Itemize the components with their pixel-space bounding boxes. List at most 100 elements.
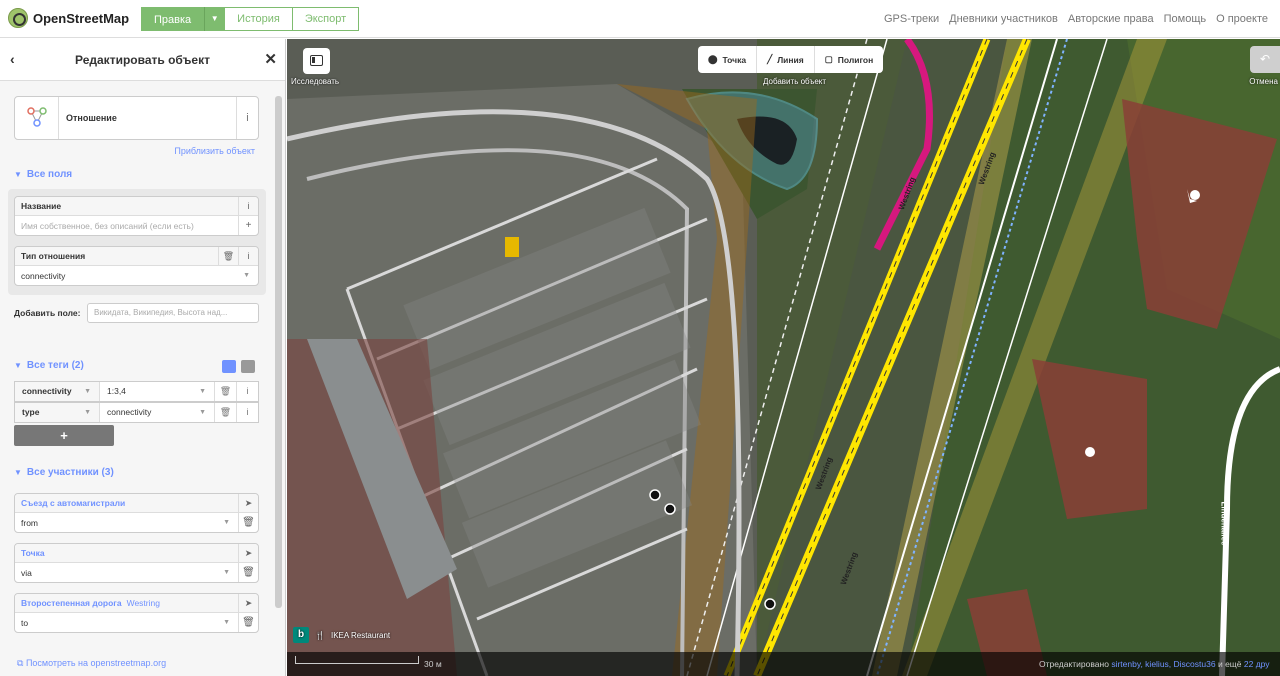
relation-type-label: Тип отношения xyxy=(21,251,86,261)
caret-down-icon: ▼ xyxy=(210,14,219,23)
top-navigation-bar: OpenStreetMap Правка ▼ История Экспорт G… xyxy=(0,0,1280,38)
fields-section-label: Все поля xyxy=(26,169,73,180)
fields-section-toggle[interactable]: ▼ Все поля xyxy=(14,169,72,180)
view-on-osm-label: Посмотреть на openstreetmap.org xyxy=(25,658,167,668)
add-point-button[interactable]: ⬤ Точка xyxy=(698,46,758,73)
member-role-input[interactable]: to xyxy=(21,618,28,628)
add-localized-icon[interactable]: + xyxy=(238,216,258,235)
caret-down-icon: ▼ xyxy=(199,388,206,395)
sidebar-scrollbar[interactable] xyxy=(275,96,282,608)
nav-link-diaries[interactable]: Дневники участников xyxy=(949,13,1058,25)
polygon-icon: ▢ xyxy=(824,54,833,64)
point-icon: ⬤ xyxy=(708,54,718,64)
preset-label: Отношение xyxy=(66,113,117,123)
scale-label: 30 м xyxy=(424,659,442,669)
chevron-down-icon: ▼ xyxy=(14,468,22,477)
member-item: Второстепенная дорога Westring ➤ to ▼ 🗑 xyxy=(14,593,259,633)
member-label[interactable]: Точка xyxy=(21,548,45,558)
relation-type-combo[interactable]: connectivity xyxy=(21,271,65,281)
nav-link-gps-traces[interactable]: GPS-треки xyxy=(884,13,939,25)
scale-bar[interactable] xyxy=(295,656,419,664)
member-label[interactable]: Второстепенная дорога Westring xyxy=(21,598,160,608)
tag-key-input[interactable]: type xyxy=(22,403,39,422)
caret-down-icon: ▼ xyxy=(199,409,206,416)
edit-button[interactable]: Правка xyxy=(141,7,205,31)
zoom-to-link[interactable]: Приблизить объект xyxy=(174,146,255,156)
explore-caption: Исследовать xyxy=(291,77,340,86)
add-field-input[interactable]: Викидата, Википедия, Высота над... xyxy=(87,303,259,323)
sidebar-header: ‹ Редактировать объект ✕ xyxy=(0,39,285,81)
undo-caption: Отмена xyxy=(1249,77,1278,86)
tag-key-input[interactable]: connectivity xyxy=(22,382,72,401)
caret-down-icon: ▼ xyxy=(223,619,230,626)
editor-links[interactable]: sirtenby, kielius, Discostu36 xyxy=(1111,659,1215,669)
poi-pin[interactable] xyxy=(1085,447,1095,457)
trash-icon[interactable]: 🗑 xyxy=(238,513,258,532)
add-area-label: Полигон xyxy=(837,54,874,65)
tag-value-input[interactable]: connectivity xyxy=(107,403,151,422)
member-role-input[interactable]: from xyxy=(21,518,38,528)
view-on-osm-link[interactable]: ⧉ Посмотреть на openstreetmap.org xyxy=(17,658,166,669)
member-label[interactable]: Съезд с автомагистрали xyxy=(21,498,125,508)
trash-icon[interactable]: 🗑 xyxy=(214,403,236,422)
list-view-icon[interactable] xyxy=(222,360,236,373)
info-icon[interactable]: i xyxy=(238,246,258,266)
nav-link-help[interactable]: Помощь xyxy=(1164,13,1207,25)
caret-down-icon: ▼ xyxy=(223,519,230,526)
barrier-node[interactable] xyxy=(649,489,661,501)
line-icon: ╱ xyxy=(767,54,773,64)
add-line-button[interactable]: ╱ Линия xyxy=(757,46,815,73)
sidebar-toggle-icon xyxy=(310,55,323,66)
edited-suffix: и ещё xyxy=(1217,659,1242,669)
map-canvas[interactable]: Westring Westring Westring Westring Lind… xyxy=(287,39,1280,676)
name-field-label: Название xyxy=(21,201,62,211)
nav-link-copyright[interactable]: Авторские права xyxy=(1068,13,1154,25)
text-view-icon[interactable] xyxy=(241,360,255,373)
more-editors-link[interactable]: 22 дру xyxy=(1244,659,1270,669)
sidebar-title: Редактировать объект xyxy=(75,52,210,67)
close-icon[interactable]: ✕ xyxy=(264,50,277,68)
history-button[interactable]: История xyxy=(224,7,293,31)
relation-icon xyxy=(15,97,59,139)
info-icon[interactable]: i xyxy=(236,403,258,422)
undo-button[interactable]: ↶ xyxy=(1250,46,1280,73)
bing-logo[interactable]: b xyxy=(293,627,309,643)
add-line-label: Линия xyxy=(777,54,804,65)
back-icon[interactable]: ‹ xyxy=(10,51,15,67)
name-input[interactable]: Имя собственное, без описаний (если есть… xyxy=(21,221,194,231)
zoom-to-member-icon[interactable]: ➤ xyxy=(238,543,258,563)
map-footer: 30 м Отредактировано sirtenby, kielius, … xyxy=(287,652,1280,676)
edit-dropdown-toggle[interactable]: ▼ xyxy=(204,7,225,31)
barrier-node[interactable] xyxy=(664,503,676,515)
export-button[interactable]: Экспорт xyxy=(292,7,360,31)
tag-value-input[interactable]: 1:3,4 xyxy=(107,382,126,401)
info-icon[interactable]: i xyxy=(238,196,258,216)
add-area-button[interactable]: ▢ Полигон xyxy=(815,46,884,73)
relation-type-field: Тип отношения 🗑 i connectivity ▼ xyxy=(14,246,259,286)
add-tag-button[interactable]: + xyxy=(14,425,114,446)
member-role-input[interactable]: via xyxy=(21,568,32,578)
trash-icon[interactable]: 🗑 xyxy=(238,563,258,582)
preset-selector[interactable]: Отношение i xyxy=(14,96,259,140)
sidebar-toggle-button[interactable] xyxy=(303,48,330,74)
trash-icon[interactable]: 🗑 xyxy=(218,246,238,266)
trash-icon[interactable]: 🗑 xyxy=(238,613,258,632)
name-field: Название i Имя собственное, без описаний … xyxy=(14,196,259,236)
zoom-to-member-icon[interactable]: ➤ xyxy=(238,593,258,613)
add-point-label: Точка xyxy=(722,54,747,65)
poi-pin[interactable] xyxy=(1190,190,1200,200)
trash-icon[interactable]: 🗑 xyxy=(214,382,236,401)
add-feature-toolbar: ⬤ Точка ╱ Линия ▢ Полигон xyxy=(698,46,884,73)
osm-logo[interactable]: OpenStreetMap xyxy=(8,8,129,28)
nav-link-about[interactable]: О проекте xyxy=(1216,13,1268,25)
caret-down-icon: ▼ xyxy=(223,569,230,576)
chevron-down-icon: ▼ xyxy=(14,361,22,370)
zoom-to-member-icon[interactable]: ➤ xyxy=(238,493,258,513)
member-sublabel: Westring xyxy=(126,598,160,608)
barrier-node[interactable] xyxy=(764,598,776,610)
edited-prefix: Отредактировано xyxy=(1039,659,1109,669)
info-icon[interactable]: i xyxy=(236,382,258,401)
tags-section-toggle[interactable]: ▼ Все теги (2) xyxy=(14,360,84,371)
preset-info-icon[interactable]: i xyxy=(236,97,258,139)
members-section-toggle[interactable]: ▼ Все участники (3) xyxy=(14,467,114,478)
